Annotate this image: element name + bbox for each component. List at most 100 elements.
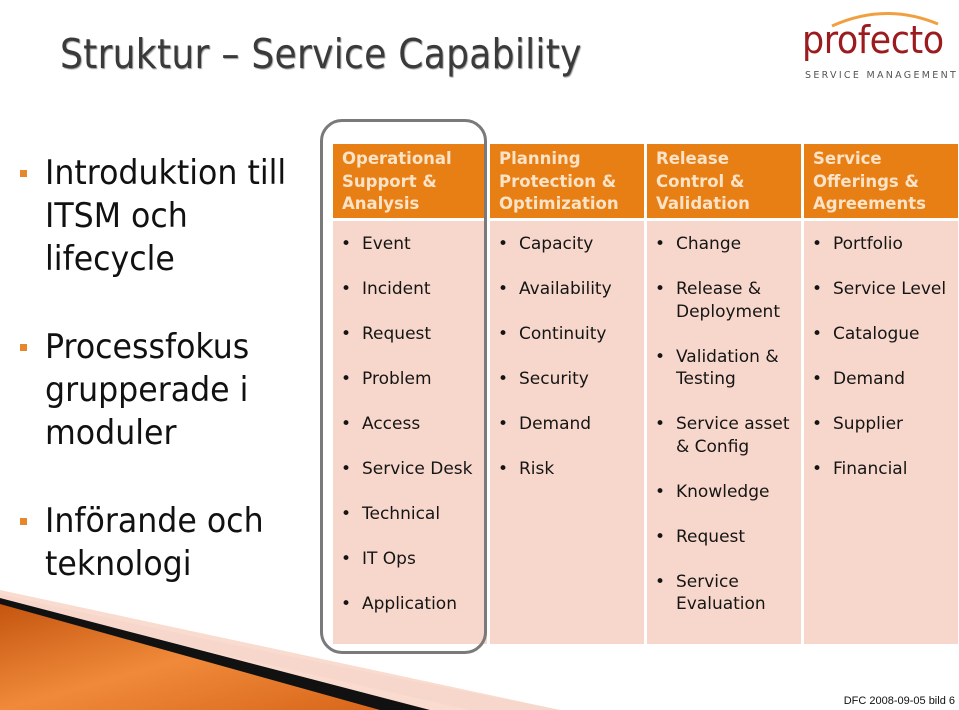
bullet-icon: • bbox=[498, 279, 509, 299]
list-item: • Availability bbox=[496, 278, 640, 301]
profecto-logo: profecto SERVICE MANAGEMENT bbox=[795, 4, 959, 84]
list-item: • Catalogue bbox=[810, 323, 954, 346]
bullet-icon: • bbox=[812, 459, 823, 479]
list-item-text: Financial bbox=[833, 459, 908, 479]
list-item: • IT Ops bbox=[339, 548, 483, 571]
column-header: Release Control & Validation bbox=[647, 144, 801, 218]
list-item-text: Incident bbox=[362, 279, 431, 299]
list-item: • Request bbox=[339, 323, 483, 346]
list-item: • Demand bbox=[496, 413, 640, 436]
list-item-text: Demand bbox=[833, 369, 906, 389]
list-item-text: Supplier bbox=[833, 414, 904, 434]
list-item-text: Service asset & Config bbox=[676, 414, 790, 457]
bullet-icon: • bbox=[341, 279, 352, 299]
bullet-icon: • bbox=[812, 369, 823, 389]
list-item-text: Event bbox=[362, 234, 411, 254]
slide-title: Struktur – Service Capability bbox=[60, 30, 582, 78]
bullet-icon: • bbox=[655, 346, 666, 367]
list-item-text: Security bbox=[519, 369, 589, 389]
bullet-icon: • bbox=[341, 369, 352, 389]
list-item: • Portfolio bbox=[810, 233, 954, 256]
list-item: • Problem bbox=[339, 368, 483, 391]
bullet-icon: • bbox=[655, 279, 666, 299]
list-item: • Knowledge bbox=[653, 481, 797, 504]
list-item-text: Knowledge bbox=[676, 481, 770, 502]
left-bullet-list: Introduktion till ITSM och lifecycle Pro… bbox=[18, 152, 318, 631]
list-item: • Service Desk bbox=[339, 458, 483, 481]
bullet-icon: • bbox=[341, 414, 352, 434]
list-item: • Validation & Testing bbox=[653, 346, 797, 391]
bullet-icon: • bbox=[812, 279, 823, 299]
bullet-icon: • bbox=[655, 234, 666, 254]
left-bullet-item: Införande och teknologi bbox=[18, 500, 318, 586]
list-item: • Supplier bbox=[810, 413, 954, 436]
slide-footer: DFC 2008-09-05 bild 6 bbox=[843, 695, 955, 707]
bullet-icon: • bbox=[498, 459, 509, 479]
list-item-text: Change bbox=[676, 234, 742, 254]
left-bullet-text: Introduktion till ITSM och lifecycle bbox=[45, 153, 287, 279]
list-item: • Financial bbox=[810, 458, 954, 481]
list-item: • Change bbox=[653, 233, 797, 256]
list-item-text: Capacity bbox=[519, 234, 594, 254]
left-bullet-text: Processfokus grupperade i moduler bbox=[45, 327, 250, 453]
left-bullet-item: Processfokus grupperade i moduler bbox=[18, 326, 318, 455]
left-bullet-text: Införande och teknologi bbox=[45, 501, 264, 584]
bullet-icon: • bbox=[655, 526, 666, 547]
list-item-text: Validation & Testing bbox=[676, 346, 779, 390]
list-item: • Service asset & Config bbox=[653, 413, 797, 458]
bullet-icon: • bbox=[812, 324, 823, 344]
bullet-icon: • bbox=[655, 414, 666, 434]
square-bullet-icon bbox=[20, 170, 27, 177]
list-item-text: Release & Deployment bbox=[676, 279, 780, 322]
capability-column: Release Control & Validation • Change • Rele… bbox=[647, 144, 801, 644]
bullet-icon: • bbox=[341, 459, 352, 479]
list-item: • Risk bbox=[496, 458, 640, 481]
bullet-icon: • bbox=[812, 234, 823, 254]
list-item-text: Availability bbox=[519, 279, 612, 299]
list-item: • Access bbox=[339, 413, 483, 436]
list-item: • Demand bbox=[810, 368, 954, 391]
square-bullet-icon bbox=[20, 518, 27, 525]
bullet-icon: • bbox=[341, 504, 352, 524]
left-bullet-item: Introduktion till ITSM och lifecycle bbox=[18, 152, 318, 281]
bullet-icon: • bbox=[498, 234, 509, 254]
list-item-text: Request bbox=[362, 324, 432, 344]
capability-column: Planning Protection & Optimization • Capac… bbox=[490, 144, 644, 644]
list-item-text: Request bbox=[676, 526, 746, 547]
list-item-text: Service Level bbox=[833, 279, 947, 299]
square-bullet-icon bbox=[20, 344, 27, 351]
list-item-text: Access bbox=[362, 414, 421, 434]
list-item: • Request bbox=[653, 526, 797, 549]
list-item-text: Service Desk bbox=[362, 459, 473, 479]
list-item: • Release & Deployment bbox=[653, 278, 797, 323]
bullet-icon: • bbox=[341, 324, 352, 344]
bullet-icon: • bbox=[498, 369, 509, 389]
list-item-text: Catalogue bbox=[833, 324, 920, 344]
decorative-swoosh bbox=[0, 590, 560, 710]
logo-tagline: SERVICE MANAGEMENT bbox=[805, 70, 959, 81]
bullet-icon: • bbox=[341, 234, 352, 254]
bullet-icon: • bbox=[812, 414, 823, 434]
bullet-icon: • bbox=[498, 414, 509, 434]
list-item: • Continuity bbox=[496, 323, 640, 346]
list-item: • Event bbox=[339, 233, 483, 256]
capability-table: Operational Support & Analysis • Event • Inc… bbox=[333, 144, 958, 644]
list-item-text: IT Ops bbox=[362, 549, 416, 569]
list-item-text: Continuity bbox=[519, 324, 607, 344]
list-item: • Incident bbox=[339, 278, 483, 301]
capability-column: Operational Support & Analysis • Event • Inc… bbox=[333, 144, 487, 644]
bullet-icon: • bbox=[341, 549, 352, 569]
list-item-text: Problem bbox=[362, 369, 432, 389]
capability-column: Service Offerings & Agreements • Portfolio… bbox=[804, 144, 958, 644]
bullet-icon: • bbox=[498, 324, 509, 344]
list-item: • Service Level bbox=[810, 278, 954, 301]
list-item-text: Demand bbox=[519, 414, 592, 434]
bullet-icon: • bbox=[655, 481, 666, 502]
column-header: Planning Protection & Optimization bbox=[490, 144, 644, 218]
list-item-text: Risk bbox=[519, 459, 555, 479]
list-item-text: Technical bbox=[362, 504, 441, 524]
logo-wordmark: profecto bbox=[802, 18, 944, 62]
column-header: Operational Support & Analysis bbox=[333, 144, 487, 218]
list-item-text: Portfolio bbox=[833, 234, 903, 254]
column-header: Service Offerings & Agreements bbox=[804, 144, 958, 218]
